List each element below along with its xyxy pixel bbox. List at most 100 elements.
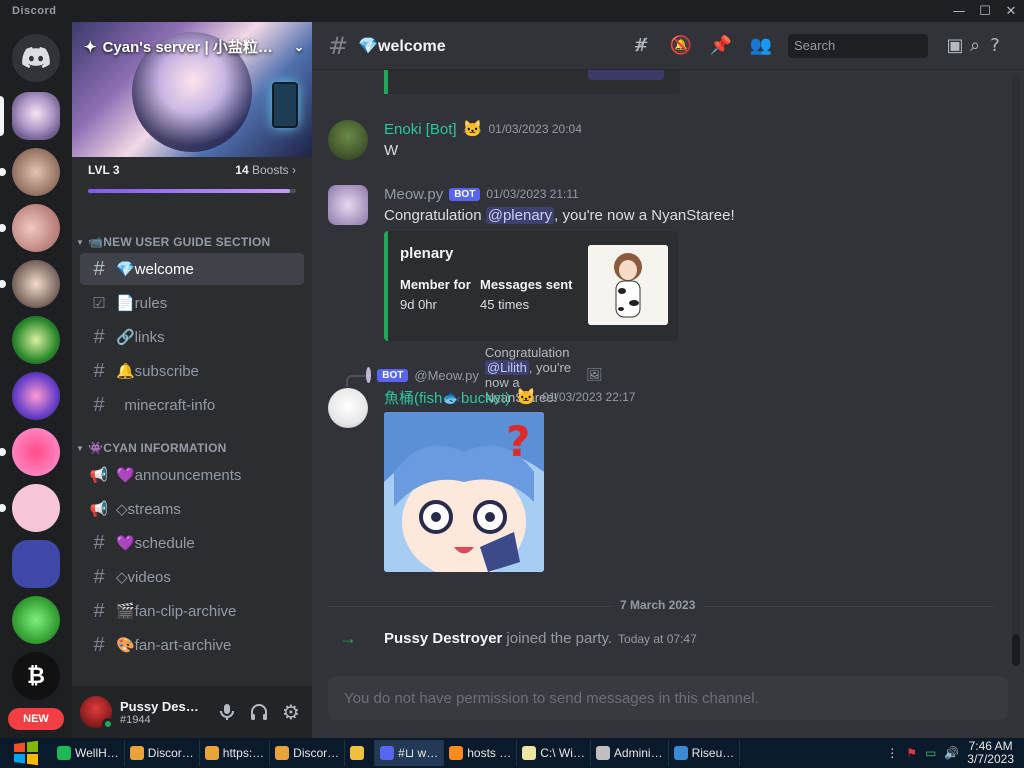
embed-image — [588, 70, 664, 80]
date-divider-label: 7 March 2023 — [612, 598, 704, 612]
taskbar-app[interactable]: Admini… — [591, 740, 669, 766]
server-icon-cyan[interactable] — [12, 92, 60, 140]
server-icon-3[interactable] — [12, 204, 60, 252]
message-author[interactable]: 魚桶(fish🐟bucket) — [384, 387, 510, 408]
avatar[interactable] — [328, 185, 368, 225]
channel-name: 💜announcements — [116, 467, 242, 484]
app-icon — [350, 746, 365, 760]
message-timestamp: 01/03/2023 21:11 — [486, 187, 579, 201]
windows-logo-icon — [14, 740, 38, 766]
announcement-icon: 📢 — [89, 501, 109, 518]
taskbar-clock[interactable]: 7:46 AM 3/7/2023 — [967, 740, 1014, 766]
taskbar-app[interactable]: Discor… — [270, 740, 346, 766]
channel-item[interactable]: # 🔗links — [80, 321, 304, 353]
user-mention[interactable]: @plenary — [485, 207, 555, 224]
reply-author: @Meow.py — [414, 367, 479, 383]
server-icon-cutie-club[interactable] — [12, 484, 60, 532]
server-banner[interactable]: ✦ Cyan's server | 小盐粒… ⌄ — [72, 22, 312, 157]
search-box[interactable]: ⌕ — [788, 33, 980, 58]
server-folder[interactable] — [12, 540, 60, 588]
server-icon-kitten-paradise[interactable] — [12, 372, 60, 420]
join-username[interactable]: Pussy Destroyer — [384, 630, 502, 647]
taskbar-app-label: Admini… — [613, 746, 663, 760]
online-status-icon — [102, 718, 114, 730]
unread-dot — [0, 224, 6, 232]
channel-item[interactable]: # 💎welcome — [80, 253, 304, 285]
pin-icon[interactable]: 📌 — [708, 34, 734, 58]
category-cyan-information[interactable]: ▼ 👾CYAN INFORMATION — [72, 439, 312, 457]
server-icon-mtn-jew[interactable] — [12, 316, 60, 364]
close-button[interactable]: ✕ — [998, 0, 1024, 22]
message-input[interactable] — [344, 689, 992, 707]
new-badge[interactable]: NEW — [8, 708, 64, 730]
flag-icon[interactable]: ⚑ — [906, 746, 917, 760]
taskbar-app[interactable]: #⊔ w… — [375, 740, 445, 766]
app-icon — [522, 746, 537, 760]
channel-item[interactable]: # 💜schedule — [80, 527, 304, 559]
member-list-icon[interactable]: 👥 — [748, 34, 774, 58]
avatar[interactable] — [328, 388, 368, 428]
taskbar-app[interactable]: https:… — [200, 740, 271, 766]
channel-item[interactable]: # ◇videos — [80, 561, 304, 593]
chevron-down-icon: ▼ — [76, 237, 85, 247]
taskbar-app[interactable]: Riseu… — [669, 740, 741, 766]
server-icon-4[interactable] — [12, 260, 60, 308]
network-icon[interactable]: ▭ — [925, 746, 936, 760]
reply-preview[interactable]: BOT @Meow.py Congratulation @Lilith, you… — [346, 345, 603, 405]
app-icon — [275, 746, 290, 760]
home-button[interactable] — [12, 34, 60, 82]
taskbar-app-label: C:\ Wi… — [540, 746, 585, 760]
start-button[interactable] — [0, 738, 52, 768]
scrollbar-thumb[interactable] — [1012, 634, 1020, 666]
server-icon-trollface[interactable] — [12, 596, 60, 644]
taskbar-app-label: #⊔ w… — [398, 746, 439, 760]
channel-item[interactable]: 📢 ◇streams — [80, 493, 304, 525]
username: Pussy Des… — [120, 698, 199, 714]
boost-progress[interactable]: LVL 3 14 Boosts › — [72, 157, 312, 193]
app-icon — [129, 746, 144, 760]
more-icon[interactable]: ⋮ — [886, 746, 898, 760]
server-icon-bitcoin[interactable]: ₿ — [12, 652, 60, 700]
message-image[interactable]: ? — [384, 412, 544, 572]
server-icon-heart[interactable] — [12, 428, 60, 476]
channel-item[interactable]: # 🎬fan-clip-archive — [80, 595, 304, 627]
channel-sidebar: ✦ Cyan's server | 小盐粒… ⌄ LVL 3 14 Boosts… — [72, 22, 312, 738]
inbox-icon[interactable]: ▣ — [942, 34, 968, 58]
channel-item[interactable]: # minecraft-info — [80, 389, 304, 421]
channel-name: ◇videos — [116, 569, 171, 586]
taskbar-app[interactable] — [345, 740, 376, 766]
channel-title: 💎welcome — [358, 37, 446, 55]
help-icon[interactable]: ? — [982, 34, 1008, 58]
user-info[interactable]: Pussy Des… #1944 — [120, 699, 199, 726]
avatar[interactable] — [328, 120, 368, 160]
message-author[interactable]: Meow.py — [384, 186, 443, 203]
server-header[interactable]: ✦ Cyan's server | 小盐粒… ⌄ — [84, 36, 304, 57]
settings-gear-icon[interactable]: ⚙ — [278, 699, 304, 725]
channel-name: minecraft-info — [116, 396, 216, 414]
microphone-icon[interactable] — [214, 699, 240, 725]
channel-item[interactable]: 📢 💜announcements — [80, 459, 304, 491]
message-author[interactable]: Enoki [Bot] — [384, 121, 457, 138]
taskbar-app[interactable]: hosts … — [444, 740, 518, 766]
headphones-icon[interactable] — [246, 699, 272, 725]
taskbar-app[interactable]: WellH… — [52, 740, 125, 766]
volume-icon[interactable]: 🔊 — [944, 746, 959, 760]
mute-bell-icon[interactable]: 🔕 — [668, 34, 694, 58]
hashtag-icon: # — [93, 599, 105, 622]
taskbar-app[interactable]: Discor… — [125, 740, 200, 766]
channel-item[interactable]: ☑ 📄rules — [80, 287, 304, 319]
avatar[interactable] — [80, 696, 114, 730]
maximize-button[interactable]: ☐ — [972, 0, 998, 22]
rules-channel-icon: ☑ — [92, 295, 106, 312]
cat-emoji-icon: 🐱 — [516, 389, 537, 406]
embed-thumbnail[interactable] — [588, 245, 668, 325]
scrollbar-track[interactable] — [1012, 74, 1020, 664]
server-icon-2[interactable] — [12, 148, 60, 196]
minimize-button[interactable]: — — [946, 0, 972, 22]
channel-item[interactable]: # 🔔subscribe — [80, 355, 304, 387]
category-label: 📹NEW USER GUIDE SECTION — [88, 235, 271, 249]
taskbar-app[interactable]: C:\ Wi… — [517, 740, 591, 766]
category-new-user-guide[interactable]: ▼ 📹NEW USER GUIDE SECTION — [72, 233, 312, 251]
channel-item[interactable]: # 🎨fan-art-archive — [80, 629, 304, 661]
threads-icon[interactable]: #̸ — [628, 34, 654, 58]
